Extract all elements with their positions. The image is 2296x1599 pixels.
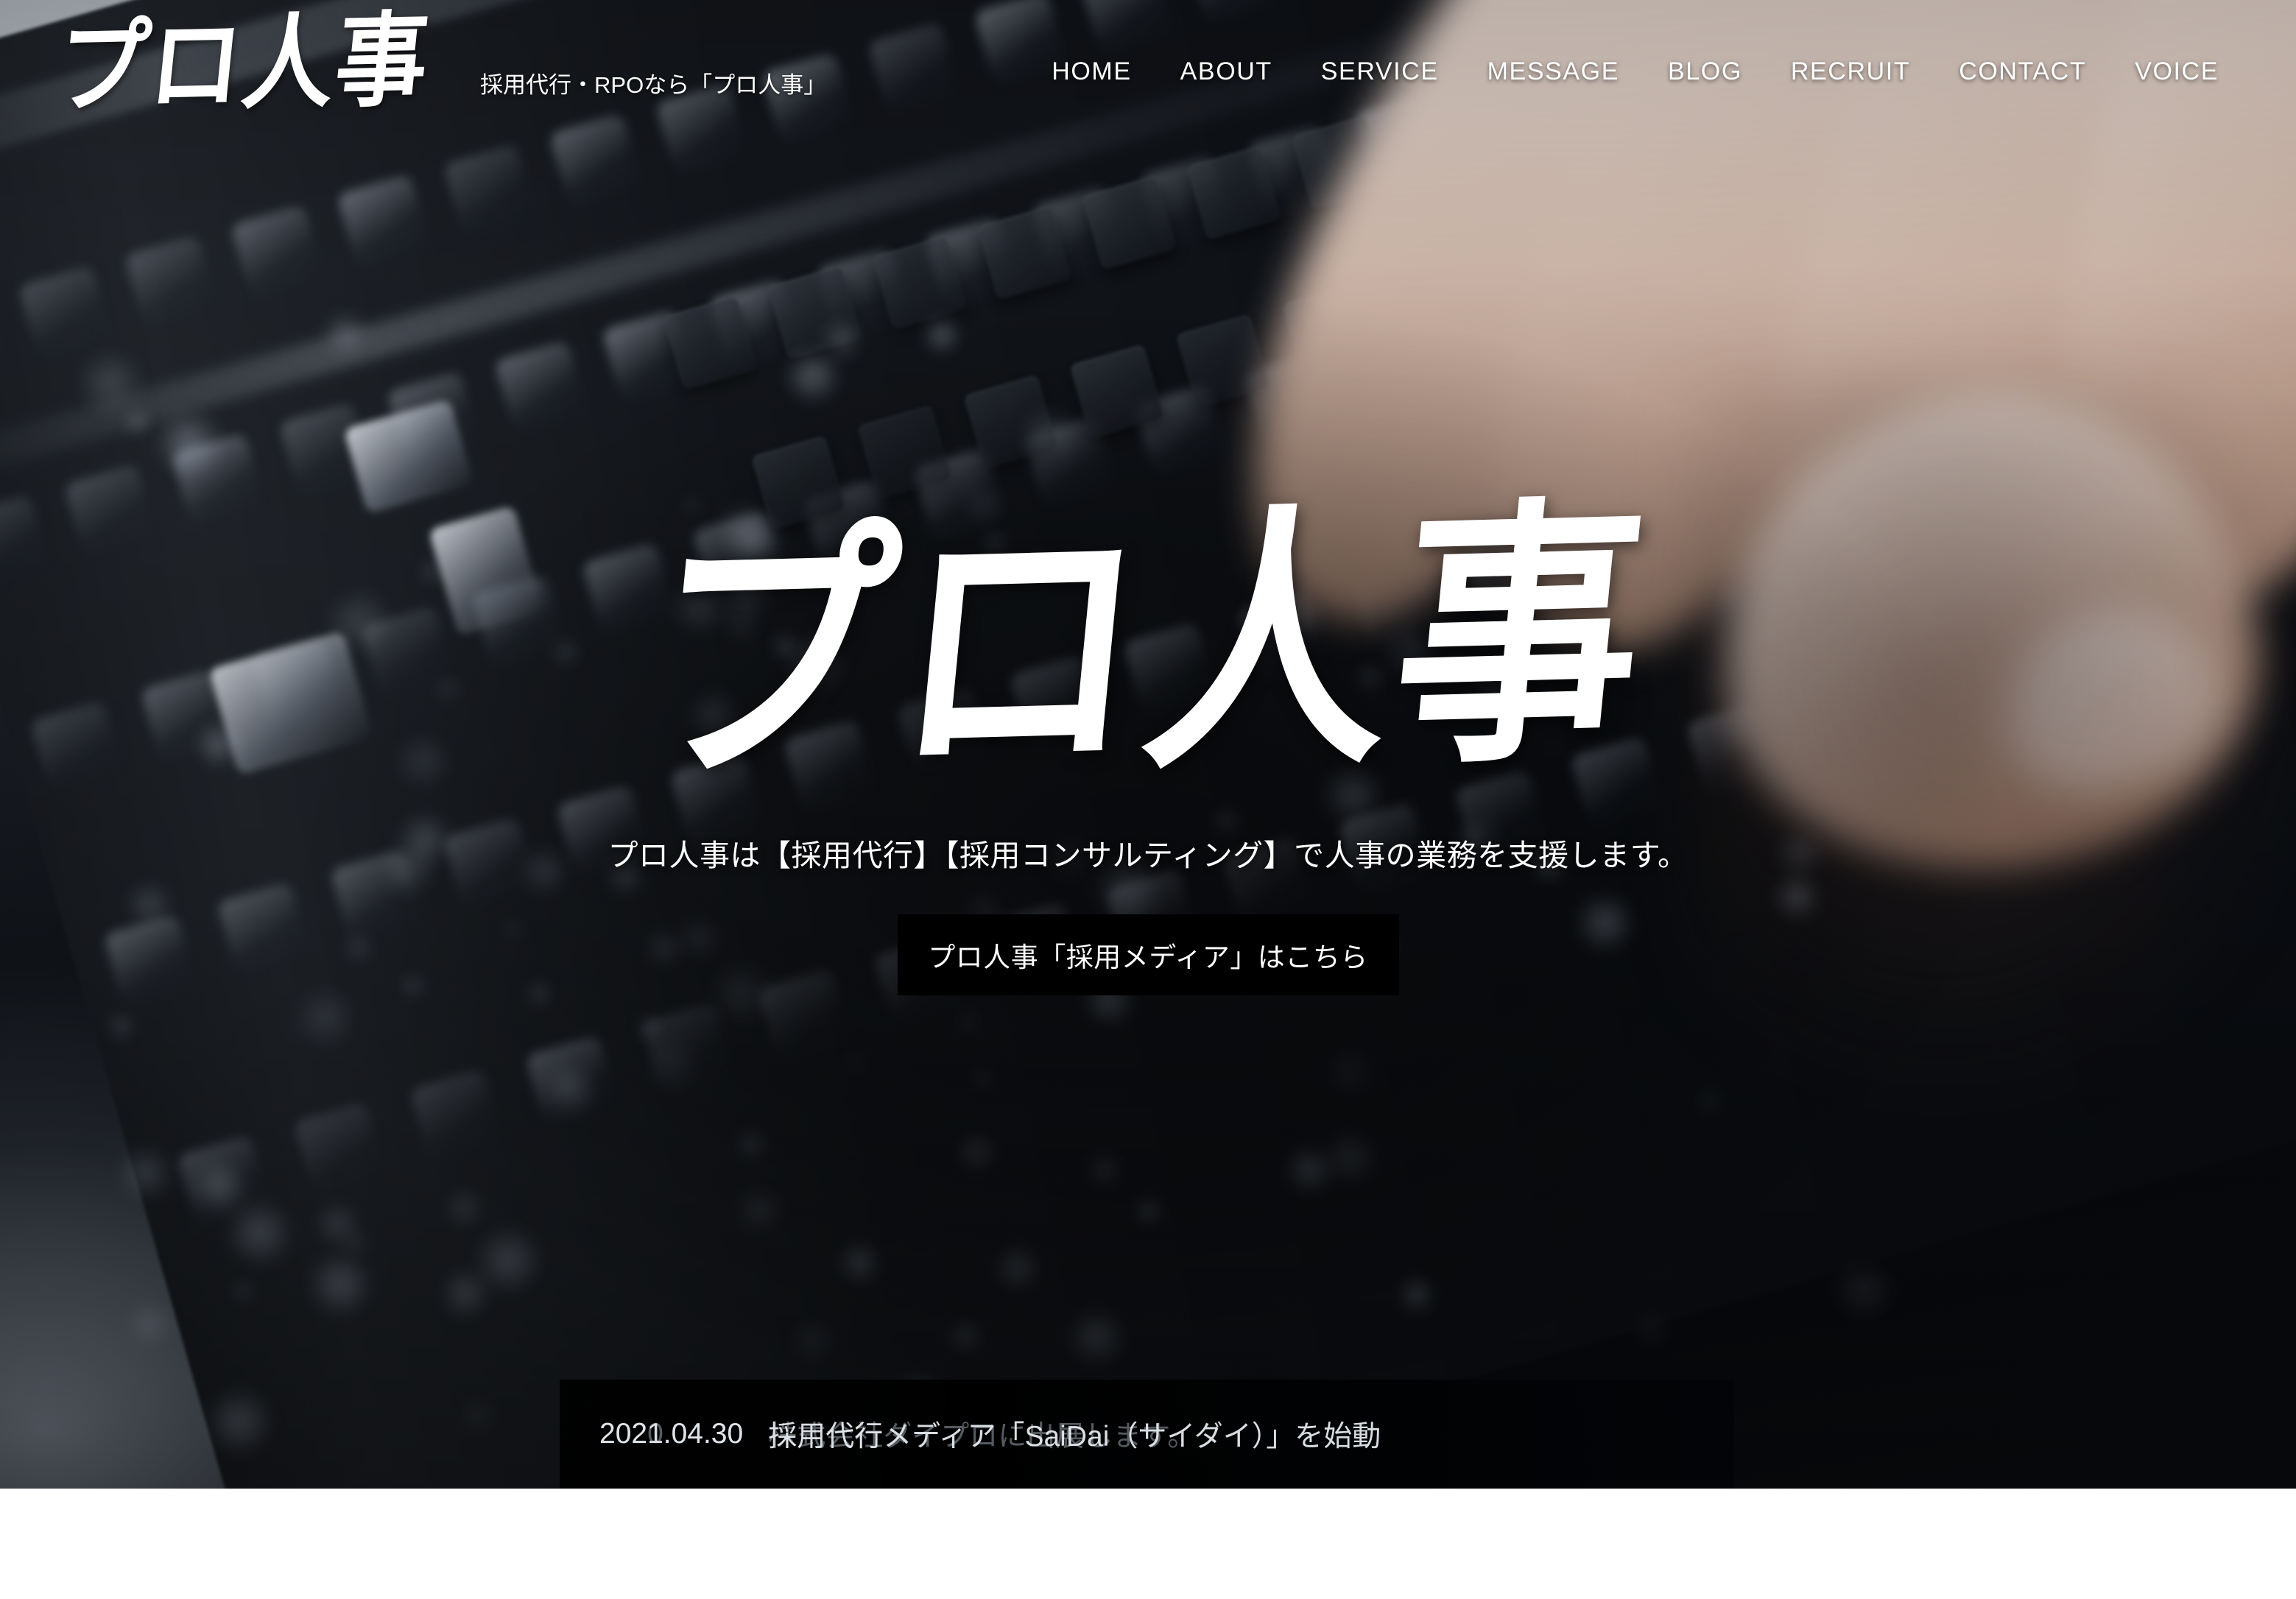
news-date: 2021.04.30: [599, 1418, 743, 1450]
news-ticker[interactable]: 2020.04.30 株式会社ダイプロに出展します。 2021.04.30 採用…: [560, 1380, 1734, 1489]
news-item[interactable]: 2021.04.30 採用代行メディア「SaiDai（サイダイ）」を始動: [599, 1380, 1381, 1489]
news-title: 採用代行メディア「SaiDai（サイダイ）」を始動: [768, 1413, 1381, 1455]
nav-item-service[interactable]: SERVICE: [1297, 57, 1463, 86]
site-header: プロ人事 採用代行・RPOなら「プロ人事」 HOME ABOUT SERVICE ME…: [0, 0, 2296, 147]
brush-logo-icon[interactable]: プロ人事: [52, 10, 434, 119]
nav-item-blog[interactable]: BLOG: [1644, 57, 1767, 86]
page-body-below-fold: [0, 1489, 2296, 1599]
nav-item-about[interactable]: ABOUT: [1156, 57, 1297, 86]
nav-item-contact[interactable]: CONTACT: [1934, 57, 2110, 86]
nav-item-message[interactable]: MESSAGE: [1463, 57, 1644, 86]
nav-item-home[interactable]: HOME: [1027, 57, 1155, 86]
nav-item-recruit[interactable]: RECRUIT: [1767, 57, 1934, 86]
main-navigation: HOME ABOUT SERVICE MESSAGE BLOG RECRUIT CONTAC…: [1027, 57, 2243, 86]
nav-item-voice[interactable]: VOICE: [2110, 57, 2243, 86]
brand[interactable]: プロ人事 採用代行・RPOなら「プロ人事」: [0, 0, 826, 110]
hero-darkening-overlay: [0, 0, 2296, 1489]
recruit-media-cta-button[interactable]: プロ人事「採用メディア」はこちら: [898, 914, 1399, 995]
header-tagline: 採用代行・RPOなら「プロ人事」: [480, 66, 826, 99]
hero-background-photo: [0, 0, 2296, 1489]
hero-section: プロ人事 採用代行・RPOなら「プロ人事」 HOME ABOUT SERVICE ME…: [0, 0, 2296, 1489]
